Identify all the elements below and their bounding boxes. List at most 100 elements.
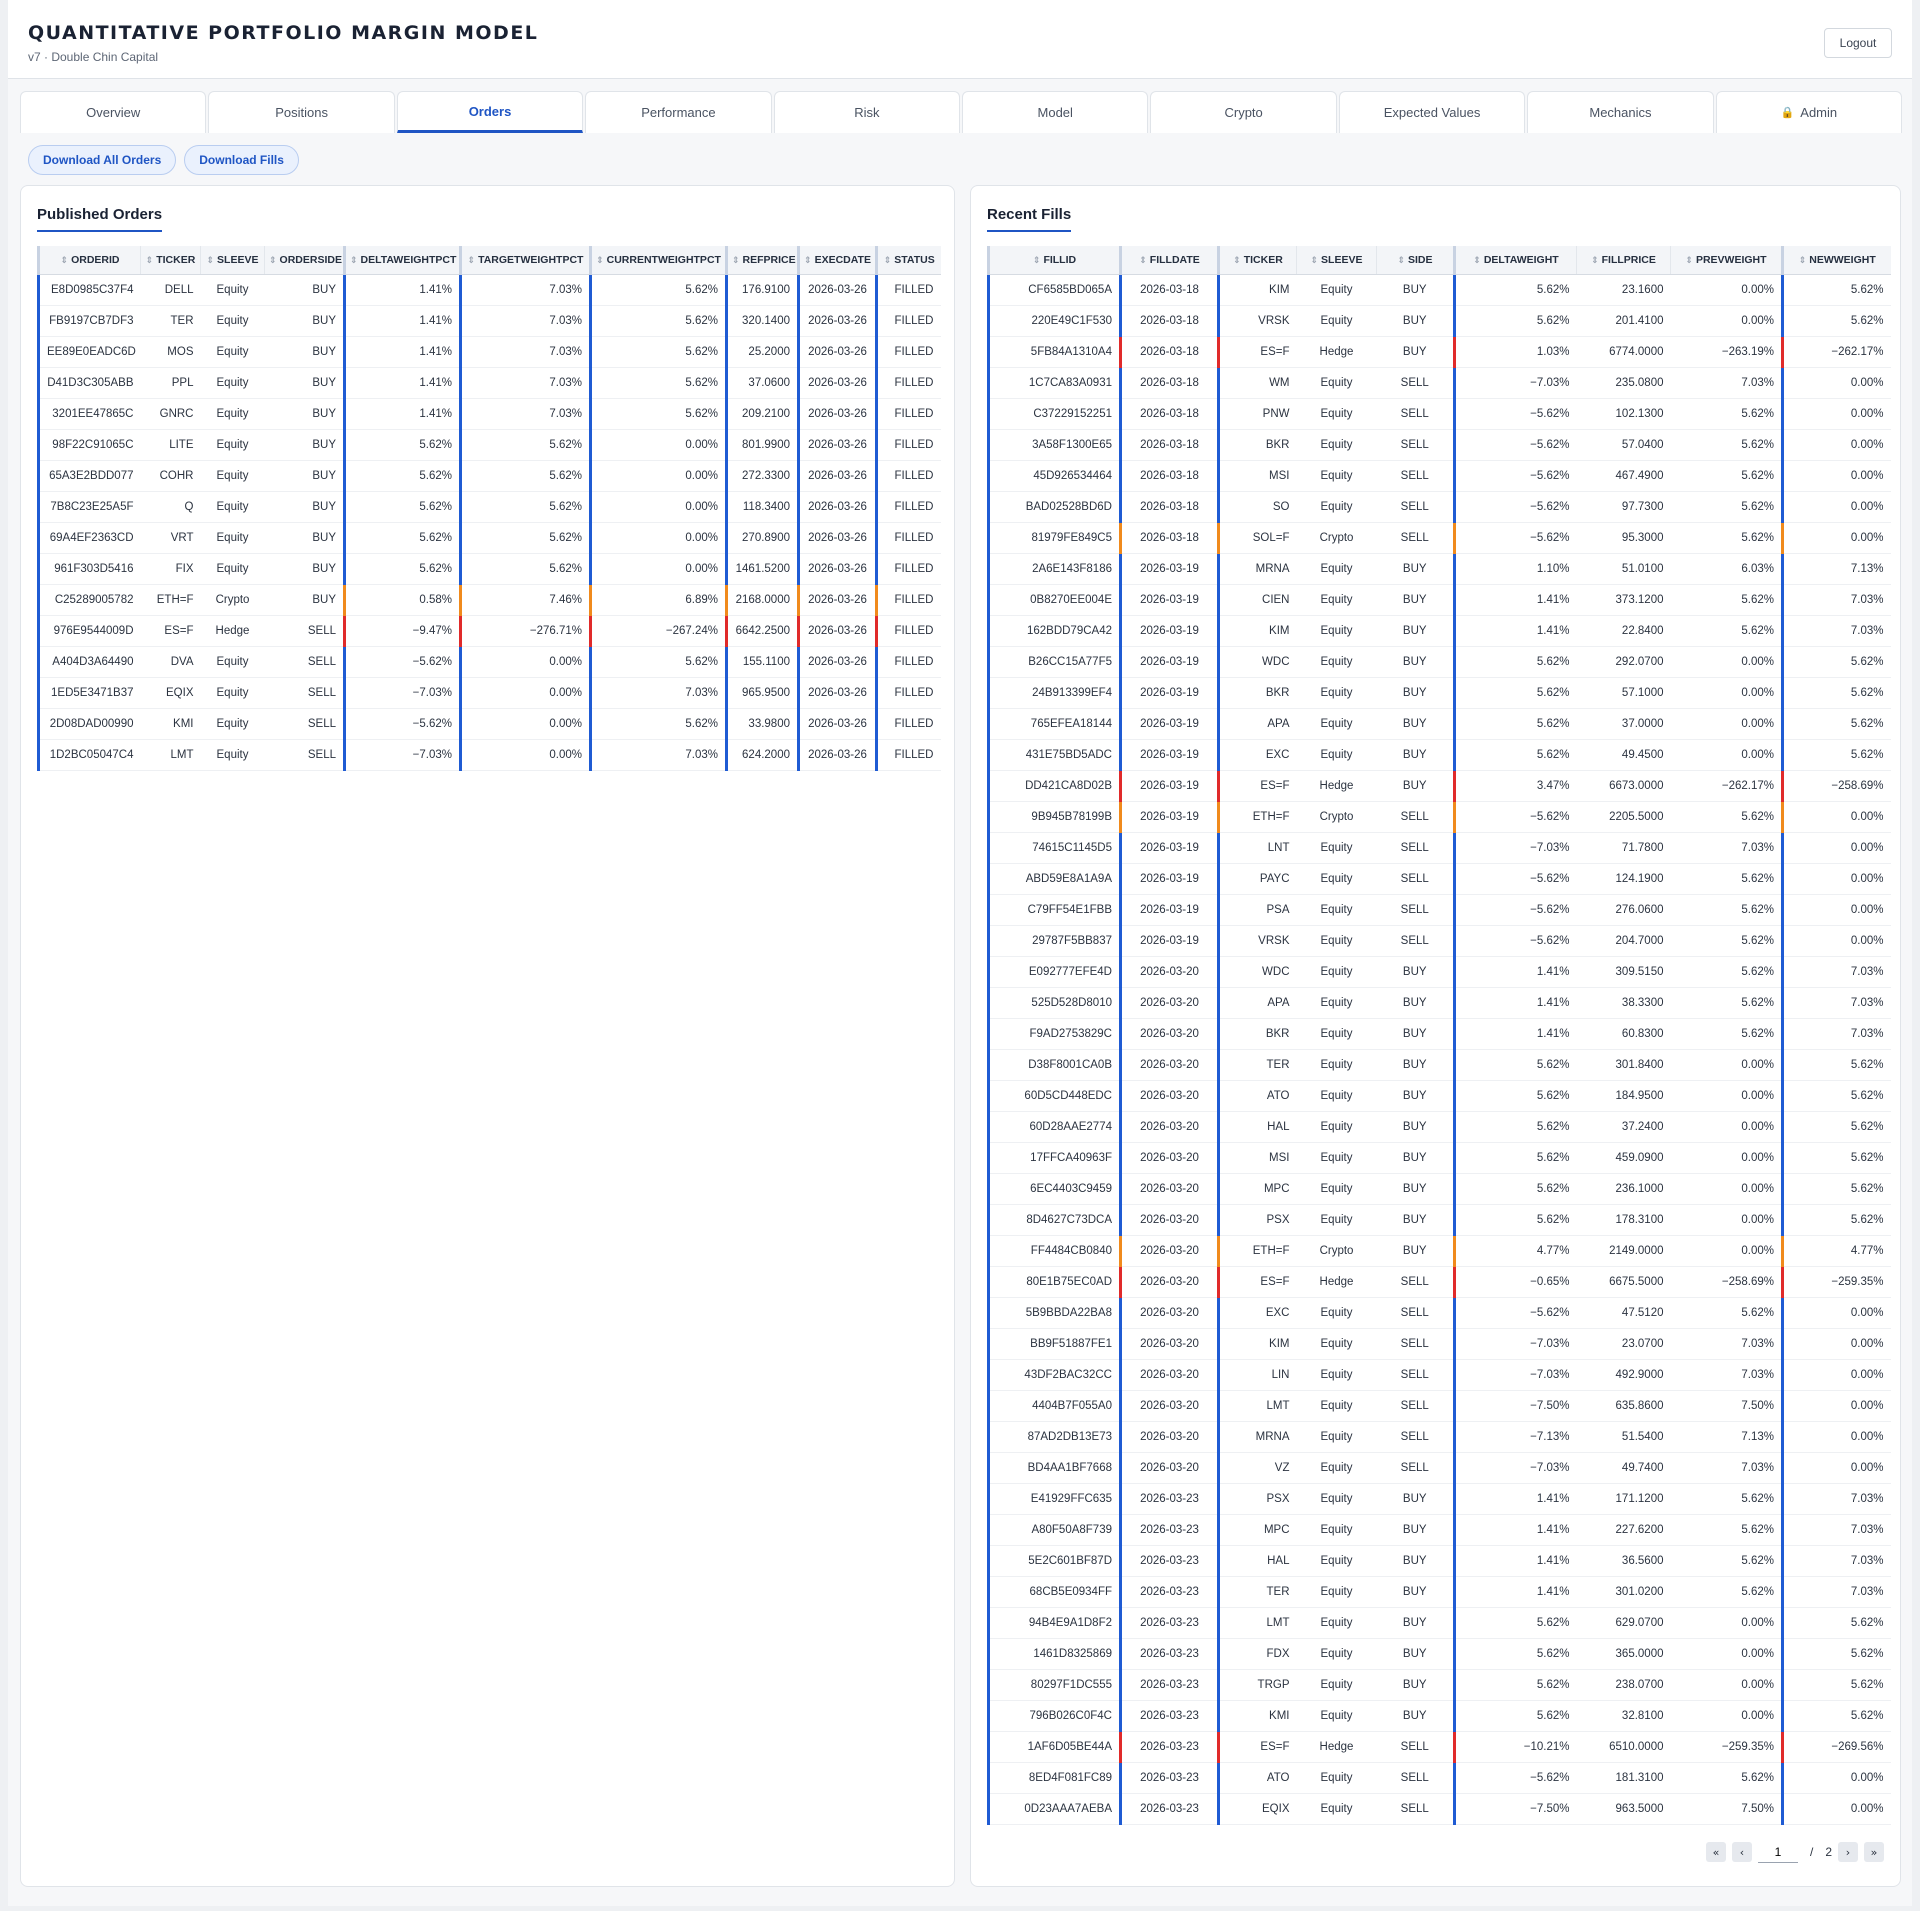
table-row[interactable]: 0D23AAA7AEBA 2026-03-23 EQIX Equity SELL −7.5… xyxy=(987,1793,1891,1825)
table-row[interactable]: EE89E0EADC6D MOS Equity BUY 1.41% 7.03% 5.62% 2… xyxy=(37,336,941,368)
column-header-side[interactable]: ⇕ SIDE xyxy=(1376,246,1455,275)
table-row[interactable]: 220E49C1F530 2026-03-18 VRSK Equity BUY 5.62%… xyxy=(987,305,1891,337)
column-header-prevweight[interactable]: ⇕ PREVWEIGHT xyxy=(1670,246,1783,275)
first-page-icon[interactable]: « xyxy=(1705,1842,1726,1862)
column-header-sleeve[interactable]: ⇕ SLEEVE xyxy=(200,246,265,275)
column-header-execdate[interactable]: ⇕ EXECDATE xyxy=(797,246,877,275)
table-row[interactable]: 1C7CA83A0931 2026-03-18 WM Equity SELL −7.03%… xyxy=(987,367,1891,399)
table-row[interactable]: 80E1B75EC0AD 2026-03-20 ES=F Hedge SELL −0.65… xyxy=(987,1266,1891,1298)
column-header-ticker[interactable]: ⇕ TICKER xyxy=(1217,246,1297,275)
column-header-currentweightpct[interactable]: ⇕ CURRENTWEIGHTPCT xyxy=(589,246,727,275)
table-row[interactable]: CF6585BD065A 2026-03-18 KIM Equity BUY 5.62% 2… xyxy=(987,274,1891,306)
table-row[interactable]: 17FFCA40963F 2026-03-20 MSI Equity BUY 5.62% 4… xyxy=(987,1142,1891,1174)
table-row[interactable]: 1AF6D05BE44A 2026-03-23 ES=F Hedge SELL −10.2… xyxy=(987,1731,1891,1763)
table-row[interactable]: 2D08DAD00990 KMI Equity SELL −5.62% 0.00% 5.62… xyxy=(37,708,941,740)
table-row[interactable]: BB9F51887FE1 2026-03-20 KIM Equity SELL −7.03… xyxy=(987,1328,1891,1360)
tab-expected-values[interactable]: Expected Values xyxy=(1338,91,1526,133)
table-row[interactable]: 1461D8325869 2026-03-23 FDX Equity BUY 5.62% 3… xyxy=(987,1638,1891,1670)
tab-performance[interactable]: Performance xyxy=(585,91,772,133)
column-header-fillprice[interactable]: ⇕ FILLPRICE xyxy=(1576,246,1671,275)
table-row[interactable]: E092777EFE4D 2026-03-20 WDC Equity BUY 1.41% 3… xyxy=(987,956,1891,988)
table-row[interactable]: 796B026C0F4C 2026-03-23 KMI Equity BUY 5.62% 3… xyxy=(987,1700,1891,1732)
prev-page-icon[interactable]: ‹ xyxy=(1731,1842,1752,1862)
table-row[interactable]: 98F22C91065C LITE Equity BUY 5.62% 5.62% 0.00%… xyxy=(37,429,941,461)
table-row[interactable]: ABD59E8A1A9A 2026-03-19 PAYC Equity SELL −5.6… xyxy=(987,863,1891,895)
table-row[interactable]: 5FB84A1310A4 2026-03-18 ES=F Hedge BUY 1.03% 6… xyxy=(987,336,1891,368)
table-row[interactable]: 976E9544009D ES=F Hedge SELL −9.47% −276.71% −… xyxy=(37,615,941,647)
column-header-ticker[interactable]: ⇕ TICKER xyxy=(140,246,201,275)
table-row[interactable]: 961F303D5416 FIX Equity BUY 5.62% 5.62% 0.00% 1… xyxy=(37,553,941,585)
table-row[interactable]: 87AD2DB13E73 2026-03-20 MRNA Equity SELL −7.1… xyxy=(987,1421,1891,1453)
column-header-newweight[interactable]: ⇕ NEWWEIGHT xyxy=(1781,246,1891,275)
table-row[interactable]: C79FF54E1FBB 2026-03-19 PSA Equity SELL −5.62… xyxy=(987,894,1891,926)
tab-overview[interactable]: Overview xyxy=(20,91,207,133)
table-row[interactable]: 60D5CD448EDC 2026-03-20 ATO Equity BUY 5.62% 1… xyxy=(987,1080,1891,1112)
last-page-icon[interactable]: » xyxy=(1864,1842,1884,1862)
table-row[interactable]: FF4484CB0840 2026-03-20 ETH=F Crypto BUY 4.77… xyxy=(987,1235,1891,1267)
download-all-orders-button[interactable]: Download All Orders xyxy=(28,145,177,175)
table-row[interactable]: 7B8C23E25A5F Q Equity BUY 5.62% 5.62% 0.00% 118… xyxy=(37,491,941,523)
table-row[interactable]: 60D28AAE2774 2026-03-20 HAL Equity BUY 5.62% 3… xyxy=(987,1111,1891,1143)
table-row[interactable]: 43DF2BAC32CC 2026-03-20 LIN Equity SELL −7.03… xyxy=(987,1359,1891,1391)
table-row[interactable]: 68CB5E0934FF 2026-03-23 TER Equity BUY 1.41% 3… xyxy=(987,1576,1891,1608)
column-header-orderid[interactable]: ⇕ ORDERID xyxy=(37,246,141,275)
column-header-fillid[interactable]: ⇕ FILLID xyxy=(987,246,1121,275)
table-row[interactable]: B26CC15A77F5 2026-03-19 WDC Equity BUY 5.62% 2… xyxy=(987,646,1891,678)
table-row[interactable]: C37229152251 2026-03-18 PNW Equity SELL −5.62… xyxy=(987,398,1891,430)
table-row[interactable]: E41929FFC635 2026-03-23 PSX Equity BUY 1.41% 1… xyxy=(987,1483,1891,1515)
tab-mechanics[interactable]: Mechanics xyxy=(1527,91,1714,133)
table-row[interactable]: 29787F5BB837 2026-03-19 VRSK Equity SELL −5.6… xyxy=(987,925,1891,957)
table-row[interactable]: C25289005782 ETH=F Crypto BUY 0.58% 7.46% 6.89… xyxy=(37,584,941,616)
table-row[interactable]: 24B913399EF4 2026-03-19 BKR Equity BUY 5.62% 5… xyxy=(987,677,1891,709)
table-row[interactable]: F9AD2753829C 2026-03-20 BKR Equity BUY 1.41% 6… xyxy=(987,1018,1891,1050)
table-row[interactable]: 525D528D8010 2026-03-20 APA Equity BUY 1.41% 3… xyxy=(987,987,1891,1019)
next-page-icon[interactable]: › xyxy=(1838,1842,1858,1862)
table-row[interactable]: A404D3A64490 DVA Equity SELL −5.62% 0.00% 5.62… xyxy=(37,646,941,678)
table-row[interactable]: 45D926534464 2026-03-18 MSI Equity SELL −5.62… xyxy=(987,460,1891,492)
tab-admin[interactable]: 🔒 Admin xyxy=(1715,91,1903,133)
table-row[interactable]: 1ED5E3471B37 EQIX Equity SELL −7.03% 0.00% 7.0… xyxy=(37,677,941,709)
table-row[interactable]: BAD02528BD6D 2026-03-18 SO Equity SELL −5.62%… xyxy=(987,491,1891,523)
column-header-sleeve[interactable]: ⇕ SLEEVE xyxy=(1296,246,1377,275)
table-row[interactable]: 3201EE47865C GNRC Equity BUY 1.41% 7.03% 5.62%… xyxy=(37,398,941,430)
table-row[interactable]: 2A6E143F8186 2026-03-19 MRNA Equity BUY 1.10%… xyxy=(987,553,1891,585)
table-row[interactable]: 5E2C601BF87D 2026-03-23 HAL Equity BUY 1.41% 3… xyxy=(987,1545,1891,1577)
column-header-refprice[interactable]: ⇕ REFPRICE xyxy=(725,246,799,275)
table-row[interactable]: 5B9BBDA22BA8 2026-03-20 EXC Equity SELL −5.62… xyxy=(987,1297,1891,1329)
table-row[interactable]: FB9197CB7DF3 TER Equity BUY 1.41% 7.03% 5.62% 3… xyxy=(37,305,941,337)
table-row[interactable]: 8D4627C73DCA 2026-03-20 PSX Equity BUY 5.62% 1… xyxy=(987,1204,1891,1236)
table-row[interactable]: 3A58F1300E65 2026-03-18 BKR Equity SELL −5.62… xyxy=(987,429,1891,461)
column-header-status[interactable]: ⇕ STATUS xyxy=(875,246,941,275)
download-fills-button[interactable]: Download Fills xyxy=(184,145,299,175)
table-row[interactable]: 74615C1145D5 2026-03-19 LNT Equity SELL −7.03… xyxy=(987,832,1891,864)
column-header-deltaweight[interactable]: ⇕ DELTAWEIGHT xyxy=(1453,246,1577,275)
table-row[interactable]: D41D3C305ABB PPL Equity BUY 1.41% 7.03% 5.62% 3… xyxy=(37,367,941,399)
table-row[interactable]: 4404B7F055A0 2026-03-20 LMT Equity SELL −7.50… xyxy=(987,1390,1891,1422)
column-header-filldate[interactable]: ⇕ FILLDATE xyxy=(1119,246,1219,275)
logout-button[interactable]: Logout xyxy=(1824,28,1892,58)
table-row[interactable]: DD421CA8D02B 2026-03-19 ES=F Hedge BUY 3.47% 6… xyxy=(987,770,1891,802)
tab-orders[interactable]: Orders xyxy=(396,91,584,133)
table-row[interactable]: 0B8270EE004E 2026-03-19 CIEN Equity BUY 1.41%… xyxy=(987,584,1891,616)
tab-positions[interactable]: Positions xyxy=(208,91,395,133)
column-header-deltaweightpct[interactable]: ⇕ DELTAWEIGHTPCT xyxy=(343,246,461,275)
tab-risk[interactable]: Risk xyxy=(773,91,961,133)
table-row[interactable]: 1D2BC05047C4 LMT Equity SELL −7.03% 0.00% 7.03… xyxy=(37,739,941,771)
tab-crypto[interactable]: Crypto xyxy=(1150,91,1337,133)
table-row[interactable]: 8ED4F081FC89 2026-03-23 ATO Equity SELL −5.62… xyxy=(987,1762,1891,1794)
table-row[interactable]: 94B4E9A1D8F2 2026-03-23 LMT Equity BUY 5.62% 6… xyxy=(987,1607,1891,1639)
table-row[interactable]: D38F8001CA0B 2026-03-20 TER Equity BUY 5.62% 3… xyxy=(987,1049,1891,1081)
page-number-input[interactable] xyxy=(1757,1841,1798,1863)
table-row[interactable]: 6EC4403C9459 2026-03-20 MPC Equity BUY 5.62% 2… xyxy=(987,1173,1891,1205)
table-row[interactable]: A80F50A8F739 2026-03-23 MPC Equity BUY 1.41% 2… xyxy=(987,1514,1891,1546)
tab-model[interactable]: Model xyxy=(962,91,1149,133)
column-header-orderside[interactable]: ⇕ ORDERSIDE xyxy=(264,246,345,275)
table-row[interactable]: BD4AA1BF7668 2026-03-20 VZ Equity SELL −7.03%… xyxy=(987,1452,1891,1484)
column-header-targetweightpct[interactable]: ⇕ TARGETWEIGHTPCT xyxy=(459,246,591,275)
table-row[interactable]: 69A4EF2363CD VRT Equity BUY 5.62% 5.62% 0.00% 2… xyxy=(37,522,941,554)
table-row[interactable]: E8D0985C37F4 DELL Equity BUY 1.41% 7.03% 5.62%… xyxy=(37,274,941,306)
table-row[interactable]: 162BDD79CA42 2026-03-19 KIM Equity BUY 1.41% 2… xyxy=(987,615,1891,647)
table-row[interactable]: 81979FE849C5 2026-03-18 SOL=F Crypto SELL −5.… xyxy=(987,522,1891,554)
table-row[interactable]: 9B945B78199B 2026-03-19 ETH=F Crypto SELL −5.… xyxy=(987,801,1891,833)
table-row[interactable]: 65A3E2BDD077 COHR Equity BUY 5.62% 5.62% 0.00%… xyxy=(37,460,941,492)
